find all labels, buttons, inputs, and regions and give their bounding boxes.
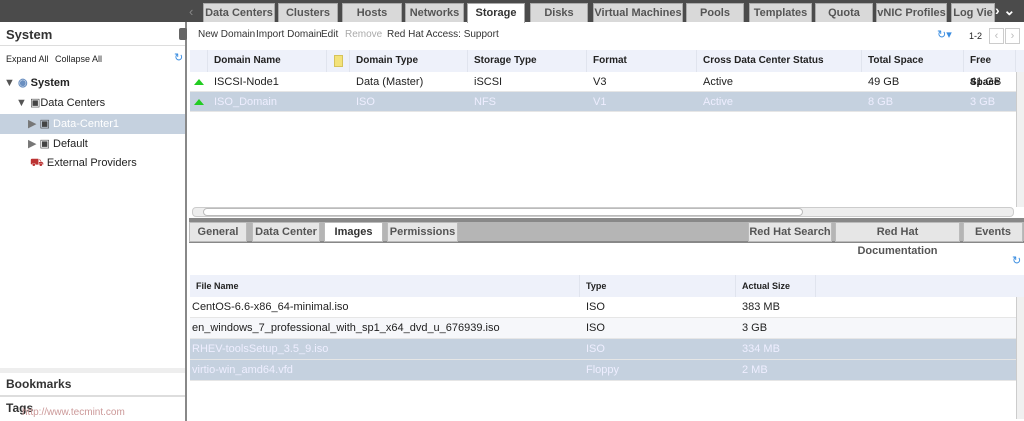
subtab-images[interactable]: Images: [324, 222, 383, 242]
next-page-button[interactable]: ›: [1005, 28, 1020, 44]
column-header[interactable]: Total Space: [862, 50, 964, 72]
table-cell: ISO: [586, 322, 605, 334]
table-cell: 2 MB: [742, 364, 768, 376]
table-cell: Floppy: [586, 364, 620, 376]
table-cell: NFS: [474, 96, 496, 108]
tree-item-system[interactable]: ▼ ◉ System: [4, 76, 70, 89]
status-up-icon: [194, 79, 204, 85]
table-cell: 49 GB: [868, 76, 900, 88]
collapse-all-link[interactable]: Collapse All: [55, 54, 102, 64]
watermark: http://www.tecmint.com: [22, 407, 125, 418]
table-cell: 383 MB: [742, 301, 780, 313]
tab-vnic-profiles[interactable]: vNIC Profiles: [876, 3, 947, 22]
column-header[interactable]: File Name: [190, 275, 580, 297]
table-cell: virtio-win_amd64.vfd: [192, 364, 293, 376]
tab-pools[interactable]: Pools: [686, 3, 744, 22]
column-header[interactable]: Storage Type: [468, 50, 587, 72]
table-cell: V3: [593, 76, 607, 88]
expand-all-link[interactable]: Expand All: [6, 54, 49, 64]
table-cell: ISCSI-Node1: [214, 76, 279, 88]
bookmarks-panel[interactable]: Bookmarks: [6, 377, 71, 391]
tab-scroll-left[interactable]: ‹: [189, 4, 193, 19]
tab-networks[interactable]: Networks: [405, 3, 464, 22]
collapse-panel-icon[interactable]: [179, 28, 187, 40]
table-cell: 8 GB: [868, 96, 894, 108]
tab-data-centers[interactable]: Data Centers: [203, 3, 275, 22]
status-column-header: [190, 50, 208, 72]
tree-item-external-providers[interactable]: ⛟ External Providers: [30, 157, 137, 171]
datacenter-icon: ▣: [29, 97, 41, 109]
table-cell: V1: [593, 96, 607, 108]
table-cell: ISO_Domain: [214, 96, 277, 108]
table-cell: ISO: [356, 96, 375, 108]
table-cell: Active: [703, 76, 733, 88]
tab-disks[interactable]: Disks: [530, 3, 588, 22]
images-refresh-icon[interactable]: ↻: [1012, 254, 1021, 267]
column-header[interactable]: Format: [587, 50, 697, 72]
column-header[interactable]: Type: [580, 275, 736, 297]
table-cell: ISO: [586, 343, 605, 355]
status-up-icon: [194, 99, 204, 105]
import-domain-button[interactable]: Import Domain: [256, 29, 322, 40]
column-header[interactable]: Domain Name: [208, 50, 327, 72]
events-button[interactable]: Events: [963, 222, 1023, 242]
subtab-general[interactable]: General: [189, 222, 247, 242]
table-row[interactable]: en_windows_7_professional_with_sp1_x64_d…: [190, 318, 1016, 339]
table-cell: iSCSI: [474, 76, 503, 88]
images-vertical-scrollbar[interactable]: [1016, 297, 1024, 419]
tab-virtual-machines[interactable]: Virtual Machines: [593, 3, 683, 22]
table-cell: Active: [703, 96, 733, 108]
tab-templates[interactable]: Templates: [749, 3, 812, 22]
subtab-permissions[interactable]: Permissions: [387, 222, 458, 242]
tree-item-data-centers[interactable]: ▼ ▣Data Centers: [16, 96, 105, 109]
vertical-scrollbar[interactable]: [1016, 72, 1024, 207]
subtab-data-center[interactable]: Data Center: [252, 222, 320, 242]
red-hat-documentation-button[interactable]: Red Hat Documentation: [835, 222, 960, 257]
table-cell: 3 GB: [970, 96, 996, 108]
tree-item-data-center1[interactable]: ▶ ▣ Data-Center1: [28, 117, 119, 130]
table-cell: CentOS-6.6-x86_64-minimal.iso: [192, 301, 349, 313]
table-cell: en_windows_7_professional_with_sp1_x64_d…: [192, 322, 500, 334]
table-row[interactable]: ISCSI-Node1 Data (Master) iSCSI V3 Active 49 …: [190, 72, 1016, 92]
tab-quota[interactable]: Quota: [815, 3, 873, 22]
datacenter-icon: ▣: [39, 118, 50, 130]
table-cell: ISO: [586, 301, 605, 313]
panel-title: System: [6, 27, 53, 42]
tab-clusters[interactable]: Clusters: [278, 3, 338, 22]
comment-column-header: [327, 50, 350, 72]
column-header[interactable]: Domain Type: [350, 50, 468, 72]
table-cell: 3 GB: [742, 322, 768, 334]
provider-icon: ⛟: [30, 157, 44, 169]
table-cell: RHEV-toolsSetup_3.5_9.iso: [192, 343, 329, 355]
refresh-icon[interactable]: ↻: [174, 51, 183, 64]
horizontal-scrollbar[interactable]: [192, 207, 1014, 217]
support-button[interactable]: Red Hat Access: Support: [387, 29, 499, 40]
column-header[interactable]: Cross Data Center Status: [697, 50, 862, 72]
edit-button[interactable]: Edit: [321, 29, 338, 40]
column-header[interactable]: Actual Size: [736, 275, 816, 297]
remove-button[interactable]: Remove: [345, 29, 382, 40]
tab-hosts[interactable]: Hosts: [342, 3, 402, 22]
new-domain-button[interactable]: New Domain: [198, 29, 255, 40]
column-header[interactable]: Free Space: [964, 50, 1016, 88]
table-cell: 334 MB: [742, 343, 780, 355]
table-row[interactable]: RHEV-toolsSetup_3.5_9.iso ISO 334 MB: [190, 339, 1016, 360]
refresh-icon[interactable]: ↻▾: [937, 28, 952, 41]
tab-log-vie[interactable]: Log Vie: [951, 3, 995, 22]
tab-storage[interactable]: Storage: [467, 3, 525, 23]
table-row[interactable]: CentOS-6.6-x86_64-minimal.iso ISO 383 MB: [190, 297, 1016, 318]
globe-icon: ◉: [17, 77, 28, 89]
table-row[interactable]: ISO_Domain ISO NFS V1 Active 8 GB 3 GB: [190, 92, 1016, 112]
red-hat-search-button[interactable]: Red Hat Search: [748, 222, 832, 242]
datacenter-icon: ▣: [39, 138, 50, 150]
table-cell: Data (Master): [356, 76, 424, 88]
table-row[interactable]: virtio-win_amd64.vfd Floppy 2 MB: [190, 360, 1016, 381]
prev-page-button[interactable]: ‹: [989, 28, 1004, 44]
tree-item-default[interactable]: ▶ ▣ Default: [28, 137, 88, 150]
tab-scroll-right[interactable]: › ⌄: [995, 2, 1015, 19]
pager-label: 1-2: [969, 31, 983, 41]
system-tree-panel: System Expand All Collapse All ↻ ▼ ◉ Sys…: [0, 22, 187, 421]
table-cell: 41 GB: [970, 76, 1002, 88]
